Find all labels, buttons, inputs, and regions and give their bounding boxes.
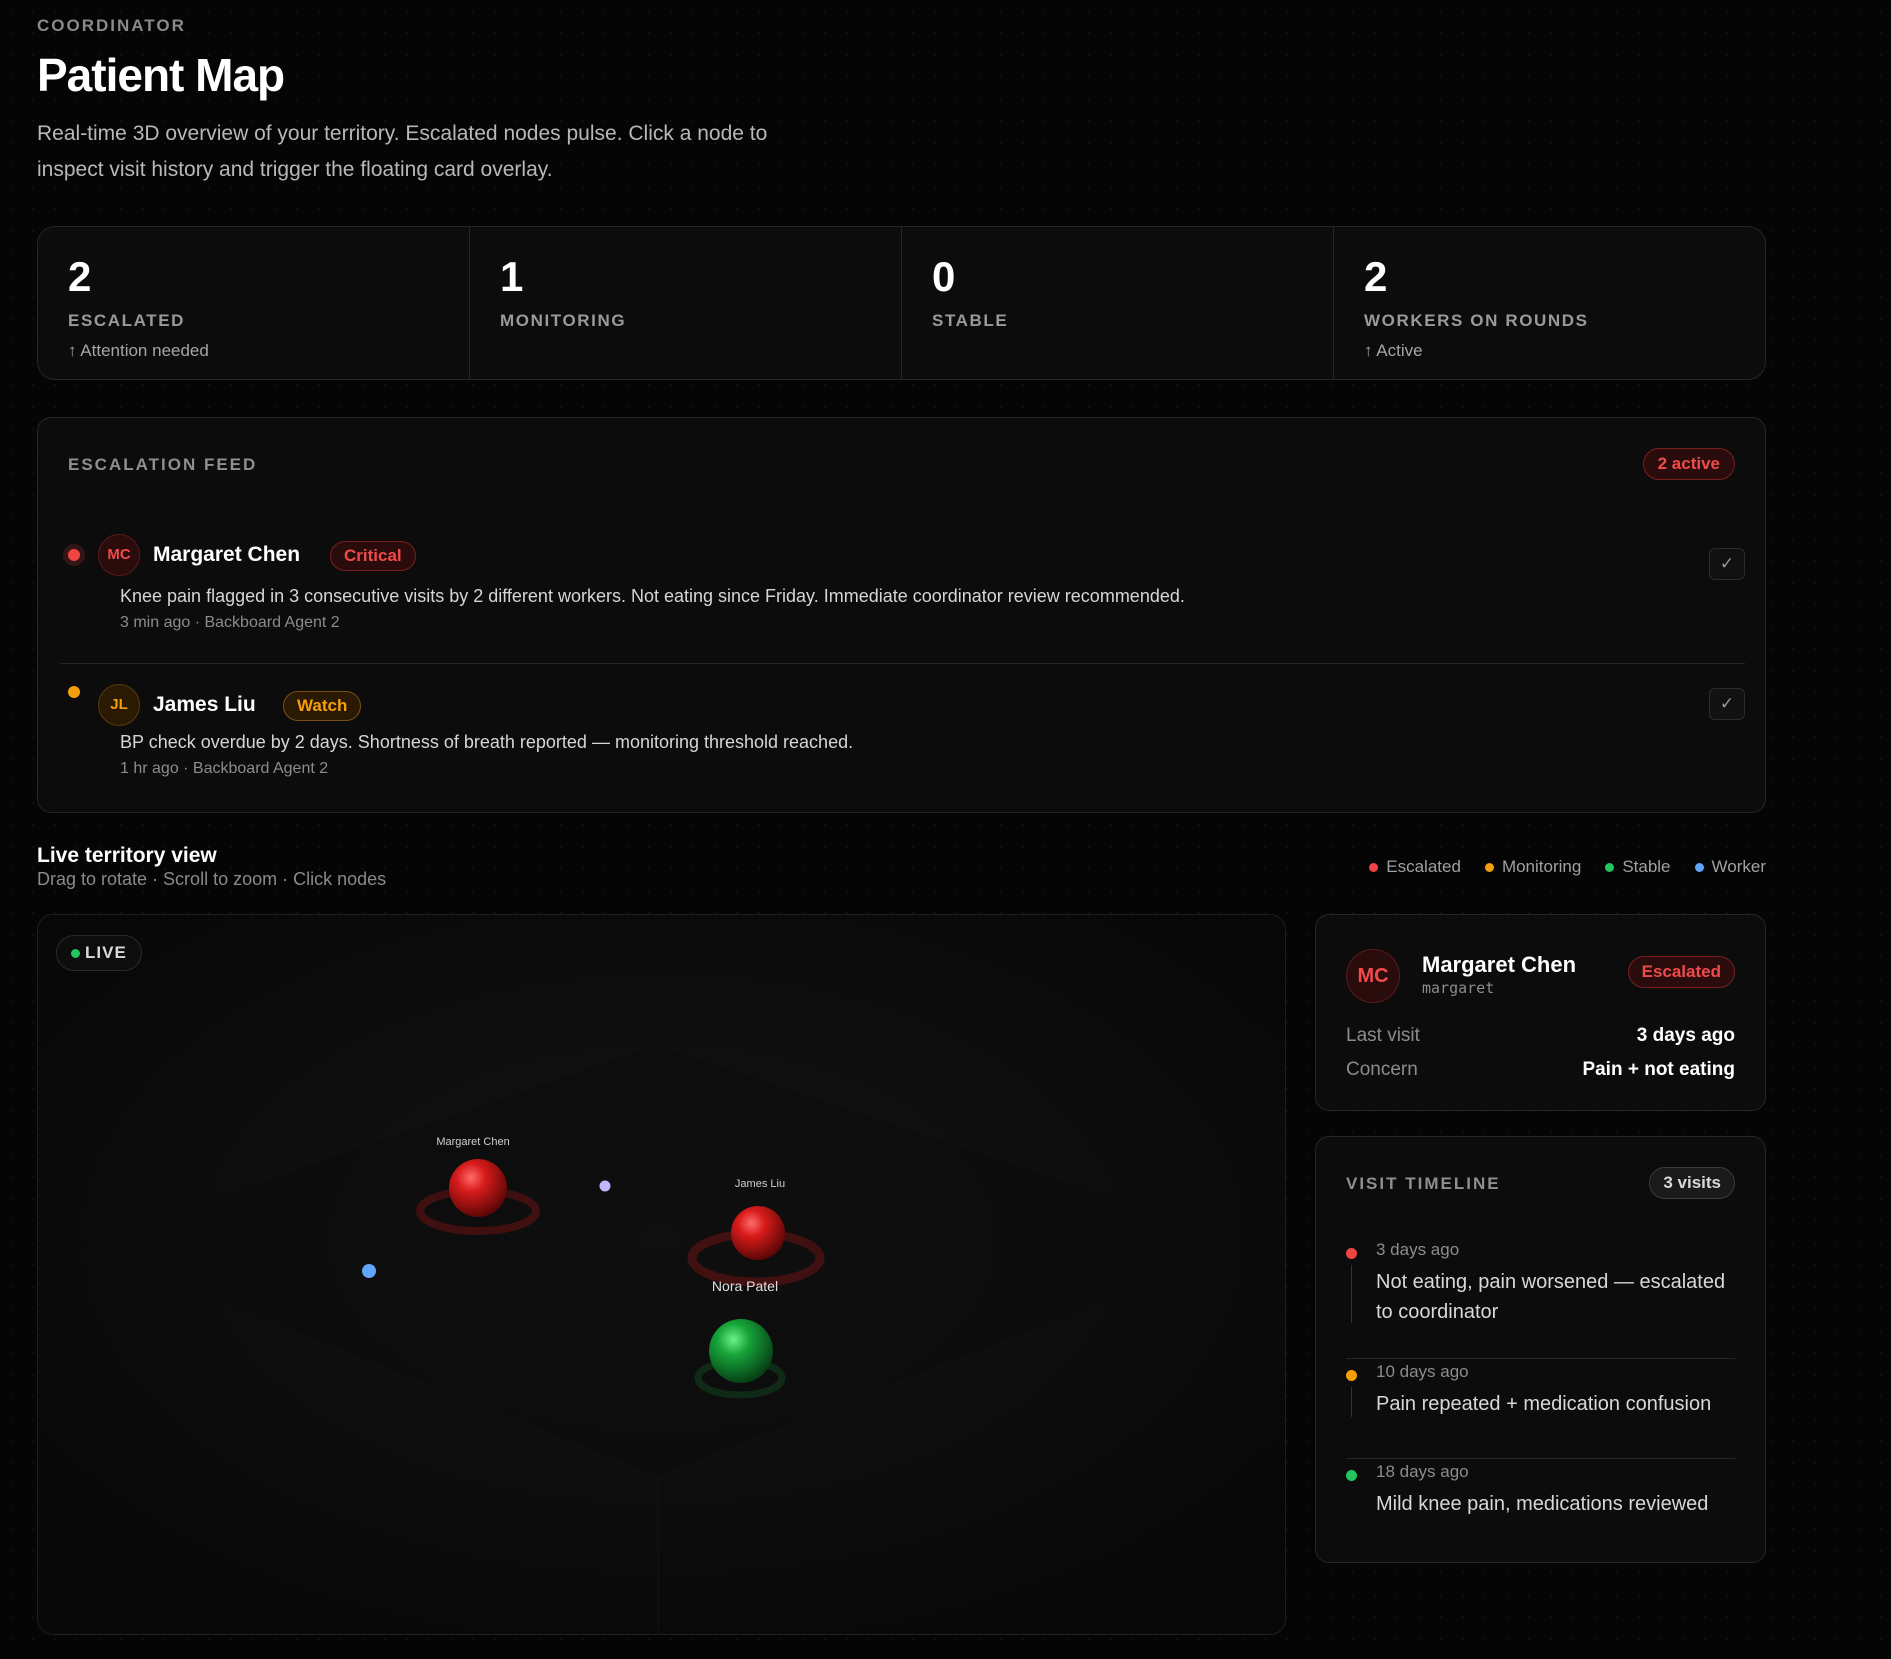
stat-sub: ↑ Attention needed bbox=[68, 341, 209, 360]
stat-stable: 0 STABLE bbox=[902, 227, 1334, 379]
check-icon: ✓ bbox=[1719, 694, 1735, 713]
patient-name: Margaret Chen bbox=[1422, 952, 1577, 977]
timeline-entry: 10 days ago Pain repeated + medication c… bbox=[1346, 1359, 1735, 1459]
feed-item[interactable]: JL James Liu Watch BP check overdue by 2… bbox=[60, 664, 1745, 794]
detail-key: Last visit bbox=[1346, 1025, 1420, 1046]
timeline-date: 3 days ago bbox=[1376, 1240, 1460, 1259]
monitoring-status-dot bbox=[68, 686, 80, 698]
timeline-connector bbox=[1351, 1387, 1352, 1417]
detail-key: Concern bbox=[1346, 1059, 1418, 1080]
timeline-connector bbox=[1351, 1265, 1352, 1323]
acknowledge-button[interactable]: ✓ bbox=[1709, 548, 1745, 580]
avatar: MC bbox=[98, 534, 140, 576]
patient-name: James Liu bbox=[153, 693, 256, 716]
legend-item-monitoring: Monitoring bbox=[1484, 857, 1582, 877]
stat-value: 2 bbox=[1364, 253, 1388, 300]
page-title: Patient Map bbox=[37, 49, 285, 101]
status-badge: Escalated bbox=[1627, 956, 1735, 988]
timeline-note: Pain repeated + medication confusion bbox=[1376, 1393, 1712, 1415]
stat-value: 0 bbox=[932, 253, 956, 300]
critical-badge: Critical bbox=[330, 541, 416, 571]
stat-label: ESCALATED bbox=[68, 311, 186, 330]
legend-label: Monitoring bbox=[1501, 857, 1582, 876]
legend-dot bbox=[1369, 862, 1379, 872]
timeline-dot bbox=[1346, 1470, 1357, 1481]
legend-item-worker: Worker bbox=[1694, 857, 1766, 877]
territory-scene[interactable]: Margaret Chen James Liu Nora Patel bbox=[38, 915, 1286, 1635]
stat-value: 2 bbox=[68, 253, 92, 300]
legend-dot bbox=[1605, 862, 1615, 872]
timeline-entry: 18 days ago Mild knee pain, medications … bbox=[1346, 1459, 1735, 1539]
active-count-badge: 2 active bbox=[1642, 448, 1735, 480]
live-status-dot bbox=[71, 949, 80, 958]
check-icon: ✓ bbox=[1719, 554, 1735, 573]
feed-title: ESCALATION FEED bbox=[68, 455, 258, 474]
timeline-date: 10 days ago bbox=[1376, 1362, 1469, 1381]
visit-count-badge: 3 visits bbox=[1649, 1167, 1735, 1199]
stats-panel: 2 ESCALATED ↑ Attention needed 1 MONITOR… bbox=[37, 226, 1766, 380]
legend-label: Stable bbox=[1622, 857, 1671, 876]
timeline-entry: 3 days ago Not eating, pain worsened — e… bbox=[1346, 1237, 1735, 1359]
stat-escalated: 2 ESCALATED ↑ Attention needed bbox=[38, 227, 470, 379]
node-label: Margaret Chen bbox=[436, 1136, 509, 1148]
feed-message: Knee pain flagged in 3 consecutive visit… bbox=[120, 586, 1185, 606]
page-subtitle: Real-time 3D overview of your territory.… bbox=[37, 122, 768, 181]
live-badge: LIVE bbox=[56, 935, 142, 971]
stat-label: STABLE bbox=[932, 311, 1009, 330]
node-label: James Liu bbox=[735, 1178, 785, 1190]
escalation-feed: ESCALATION FEED 2 active MC Margaret Che… bbox=[37, 417, 1766, 813]
legend-label: Escalated bbox=[1386, 857, 1461, 876]
stat-label: MONITORING bbox=[500, 311, 627, 330]
timeline-note: Not eating, pain worsened — escalated to… bbox=[1376, 1271, 1726, 1323]
timeline-note: Mild knee pain, medications reviewed bbox=[1376, 1493, 1709, 1515]
visit-timeline-card: VISIT TIMELINE 3 visits 3 days ago Not e… bbox=[1315, 1136, 1766, 1563]
stat-label: WORKERS ON ROUNDS bbox=[1364, 311, 1589, 330]
stat-value: 1 bbox=[500, 253, 524, 300]
live-view-subtitle: Drag to rotate · Scroll to zoom · Click … bbox=[37, 869, 387, 889]
live-view-title: Live territory view bbox=[37, 844, 217, 867]
escalated-status-dot bbox=[68, 549, 80, 561]
acknowledge-button[interactable]: ✓ bbox=[1709, 688, 1745, 720]
patient-name: Margaret Chen bbox=[153, 543, 301, 566]
patient-id: margaret bbox=[1422, 979, 1495, 997]
stable-sphere[interactable] bbox=[709, 1319, 773, 1383]
legend-item-stable: Stable bbox=[1605, 857, 1671, 877]
timeline-date: 18 days ago bbox=[1376, 1462, 1469, 1481]
escalated-sphere[interactable] bbox=[731, 1206, 785, 1260]
detail-value: 3 days ago bbox=[1636, 1025, 1735, 1046]
watch-badge: Watch bbox=[283, 691, 362, 721]
feed-item[interactable]: MC Margaret Chen Critical Knee pain flag… bbox=[60, 526, 1745, 664]
legend-item-escalated: Escalated bbox=[1369, 857, 1461, 877]
stat-sub: ↑ Active bbox=[1364, 341, 1423, 360]
worker-node[interactable] bbox=[362, 1264, 376, 1278]
timeline-title: VISIT TIMELINE bbox=[1346, 1174, 1501, 1193]
legend-dot bbox=[1484, 862, 1494, 872]
patient-detail-card: MC Margaret Chen margaret Escalated Last… bbox=[1315, 914, 1766, 1111]
avatar: MC bbox=[1346, 949, 1400, 1003]
map-legend: Escalated Monitoring Stable Worker bbox=[1369, 857, 1766, 877]
feed-message: BP check overdue by 2 days. Shortness of… bbox=[120, 732, 854, 752]
node-label: Nora Patel bbox=[712, 1278, 778, 1294]
feed-meta: 3 min ago · Backboard Agent 2 bbox=[120, 614, 340, 631]
worker-node[interactable] bbox=[599, 1180, 611, 1192]
legend-dot bbox=[1694, 862, 1704, 872]
stat-monitoring: 1 MONITORING bbox=[470, 227, 902, 379]
page-eyebrow: COORDINATOR bbox=[37, 16, 186, 35]
detail-value: Pain + not eating bbox=[1582, 1059, 1735, 1080]
avatar: JL bbox=[98, 684, 140, 726]
stat-workers: 2 WORKERS ON ROUNDS ↑ Active bbox=[1334, 227, 1765, 379]
timeline-dot bbox=[1346, 1248, 1357, 1259]
legend-label: Worker bbox=[1711, 857, 1766, 876]
territory-3d-viewport[interactable]: Margaret Chen James Liu Nora Patel LIVE bbox=[37, 914, 1286, 1635]
timeline-dot bbox=[1346, 1370, 1357, 1381]
feed-meta: 1 hr ago · Backboard Agent 2 bbox=[120, 760, 329, 777]
escalated-sphere[interactable] bbox=[449, 1159, 507, 1217]
live-label: LIVE bbox=[85, 943, 127, 962]
